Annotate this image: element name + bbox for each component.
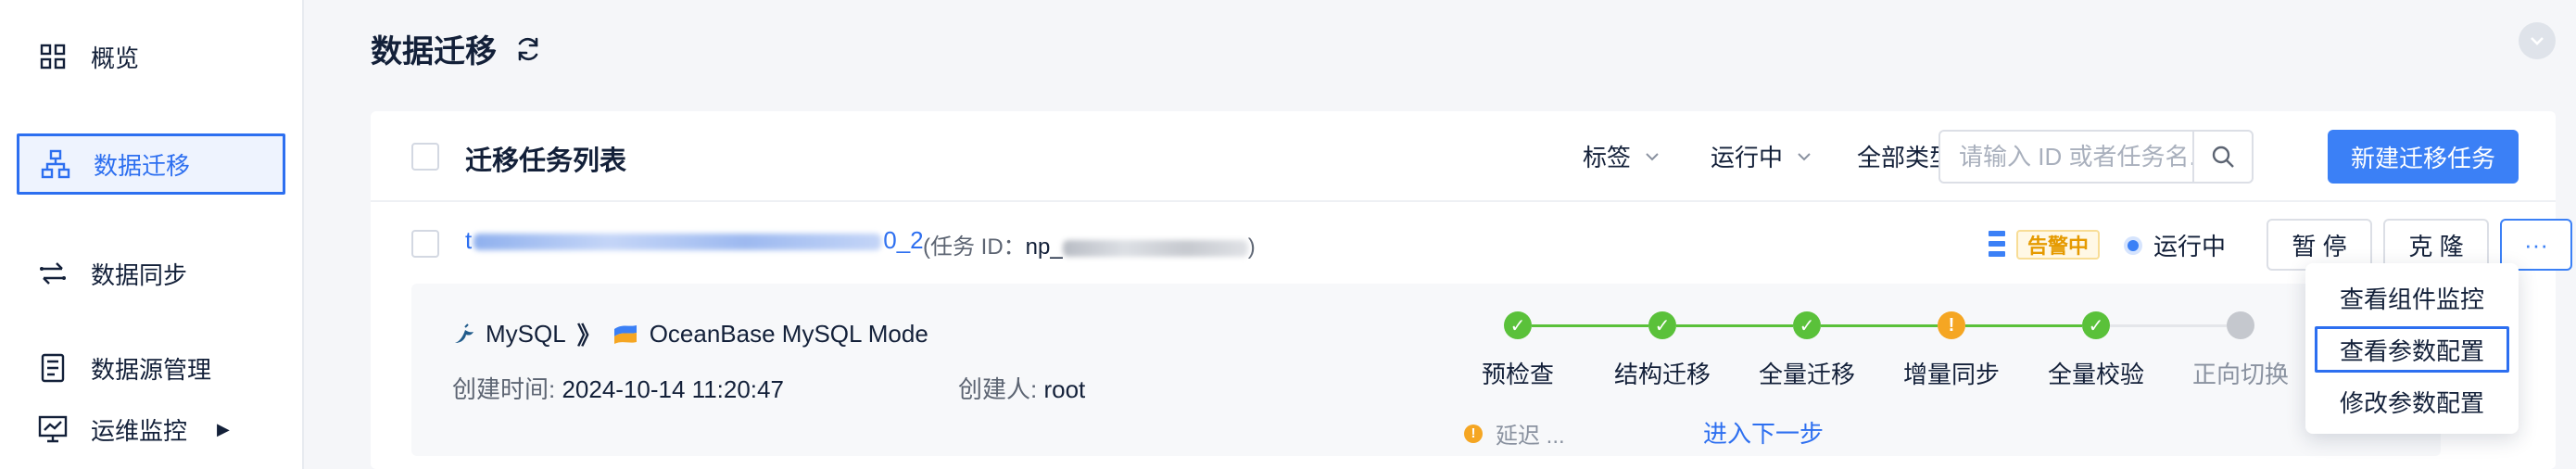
tag-filter-label: 标签 (1583, 144, 1632, 171)
check-icon: ✓ (1504, 311, 1532, 339)
alert-bars-icon[interactable] (1987, 230, 2007, 258)
menu-item-view-parameter-config[interactable]: 查看参数配置 (2315, 326, 2509, 373)
refresh-icon[interactable] (511, 32, 545, 66)
migration-steps: ✓ 预检查 ✓ 结构迁移 ✓ 全量迁移 ! 增量同步 ✓ 全量校验 正向切换 (1453, 311, 2289, 450)
list-title: 迁移任务列表 (465, 146, 627, 176)
task-name-link[interactable]: t 0_2 (465, 226, 924, 255)
search-input[interactable] (1940, 132, 2194, 182)
creator-label: 创建人: (958, 375, 1044, 403)
app-window: 概览 数据迁移 数据同步 数据源管理 运维监控 ▶ 数据迁移 迁移任务列表 标签… (0, 0, 2576, 469)
list-toolbar: 迁移任务列表 标签 运行中 全部类型 请输入 ID 或者任务名... 新建迁移任… (371, 111, 2556, 202)
sidebar-item-label: 数据同步 (91, 260, 188, 289)
status-dot-icon (2128, 239, 2139, 251)
task-status-text: 运行中 (2153, 233, 2227, 260)
task-id-value: np_ (1025, 234, 1063, 260)
task-detail-card: MySQL 》 OceanBase MySQL Mode 创建时间: 2024-… (411, 284, 2441, 456)
mysql-logo-icon (455, 323, 474, 343)
search-icon (2212, 146, 2234, 168)
check-icon: ✓ (1648, 311, 1676, 339)
new-migration-task-button[interactable]: 新建迁移任务 (2328, 130, 2519, 184)
created-time-label: 创建时间: (452, 375, 562, 403)
check-icon: ✓ (1793, 311, 1821, 339)
task-row: t 0_2 (任务 ID：np_) 告警中 运行中 暂 停 克 隆 ··· (371, 204, 2572, 284)
created-time: 创建时间: 2024-10-14 11:20:47 (452, 371, 784, 405)
created-time-value: 2024-10-14 11:20:47 (562, 375, 784, 403)
sidebar: 概览 数据迁移 数据同步 数据源管理 运维监控 ▶ (0, 0, 304, 469)
chevron-down-icon (2531, 37, 2544, 45)
source-db-name: MySQL (486, 320, 566, 348)
step-label: 增量同步 (1902, 361, 2000, 388)
step-label: 全量校验 (2047, 361, 2144, 388)
main-content: 数据迁移 迁移任务列表 标签 运行中 全部类型 请输入 ID 或者任务名... … (304, 0, 2576, 469)
task-id: (任务 ID：np_) (923, 228, 1256, 260)
target-db-name: OceanBase MySQL Mode (649, 320, 928, 348)
task-id-close: ) (1247, 234, 1256, 260)
status-filter-dropdown[interactable]: 运行中 (1711, 139, 1812, 173)
sidebar-item-label: 概览 (91, 44, 140, 72)
step-label: 结构迁移 (1613, 361, 1711, 388)
task-list-panel: 迁移任务列表 标签 运行中 全部类型 请输入 ID 或者任务名... 新建迁移任… (371, 111, 2572, 469)
database-list-icon (37, 352, 69, 384)
sync-arrows-icon (37, 258, 69, 289)
task-name-prefix: t (465, 226, 473, 254)
oceanbase-logo-icon (613, 324, 637, 344)
chevron-down-icon (1646, 152, 1659, 160)
step-label: 预检查 (1481, 361, 1554, 388)
grid-icon (37, 41, 69, 72)
menu-item-view-component-monitoring[interactable]: 查看组件监控 (2315, 274, 2509, 321)
creator-value: root (1043, 375, 1086, 403)
more-actions-menu: 查看组件监控 查看参数配置 修改参数配置 (2305, 263, 2519, 434)
task-checkbox[interactable] (411, 230, 439, 258)
alert-status-badge: 告警中 (2016, 230, 2101, 260)
delay-text: 延迟 ... (1496, 424, 1565, 449)
step-label: 全量迁移 (1758, 361, 1855, 388)
sidebar-item-label: 数据源管理 (91, 355, 212, 384)
redacted-task-name (474, 234, 882, 251)
step-precheck[interactable]: ✓ 预检查 (1453, 311, 1583, 390)
status-filter-label: 运行中 (1711, 144, 1784, 171)
tag-filter-dropdown[interactable]: 标签 (1583, 139, 1661, 173)
sidebar-item-overview[interactable]: 概览 (17, 26, 285, 87)
task-id-label: (任务 ID： (923, 234, 1026, 260)
next-step-link[interactable]: 进入下一步 (1703, 415, 1824, 450)
task-status: 运行中 (2128, 228, 2226, 262)
search-button[interactable] (2194, 132, 2252, 182)
step-full-migration[interactable]: ✓ 全量迁移 (1742, 311, 1872, 390)
page-title-text: 数据迁移 (371, 34, 497, 70)
chevron-down-icon (1798, 152, 1811, 160)
step-forward-switchover[interactable]: 正向切换 (2176, 311, 2305, 390)
select-all-checkbox[interactable] (411, 143, 439, 171)
warning-icon: ! (1938, 311, 1965, 339)
monitor-chart-icon (37, 413, 69, 445)
step-schema-migration[interactable]: ✓ 结构迁移 (1597, 311, 1727, 390)
creator: 创建人: root (958, 371, 1085, 405)
redacted-task-id (1062, 239, 1248, 257)
direction-arrow-icon: 》 (576, 322, 601, 349)
search-box (1938, 130, 2254, 184)
migration-path: MySQL 》 OceanBase MySQL Mode (452, 317, 928, 351)
sidebar-item-data-sync[interactable]: 数据同步 (17, 243, 285, 304)
check-icon: ✓ (2082, 311, 2110, 339)
step-label: 正向切换 (2191, 361, 2289, 388)
warning-icon: ! (1464, 424, 1483, 443)
menu-item-edit-parameter-config[interactable]: 修改参数配置 (2315, 378, 2509, 425)
delay-warning: ! 延迟 ... (1464, 417, 1565, 450)
page-title: 数据迁移 (371, 26, 545, 71)
pending-dot-icon (2227, 311, 2254, 339)
sidebar-item-ops-monitoring[interactable]: 运维监控 ▶ (17, 399, 285, 460)
sidebar-item-datasource[interactable]: 数据源管理 (17, 337, 285, 399)
collapse-chevron-button[interactable] (2519, 22, 2556, 59)
step-incremental-sync[interactable]: ! 增量同步 (1887, 311, 2016, 390)
sidebar-item-data-migration[interactable]: 数据迁移 (17, 133, 285, 195)
hierarchy-icon (40, 148, 71, 180)
step-full-verification[interactable]: ✓ 全量校验 (2031, 311, 2161, 390)
sidebar-item-label: 运维监控 (91, 416, 188, 445)
caret-right-icon: ▶ (217, 419, 230, 438)
sidebar-item-label: 数据迁移 (94, 151, 191, 180)
task-name-suffix: 0_2 (883, 226, 924, 254)
